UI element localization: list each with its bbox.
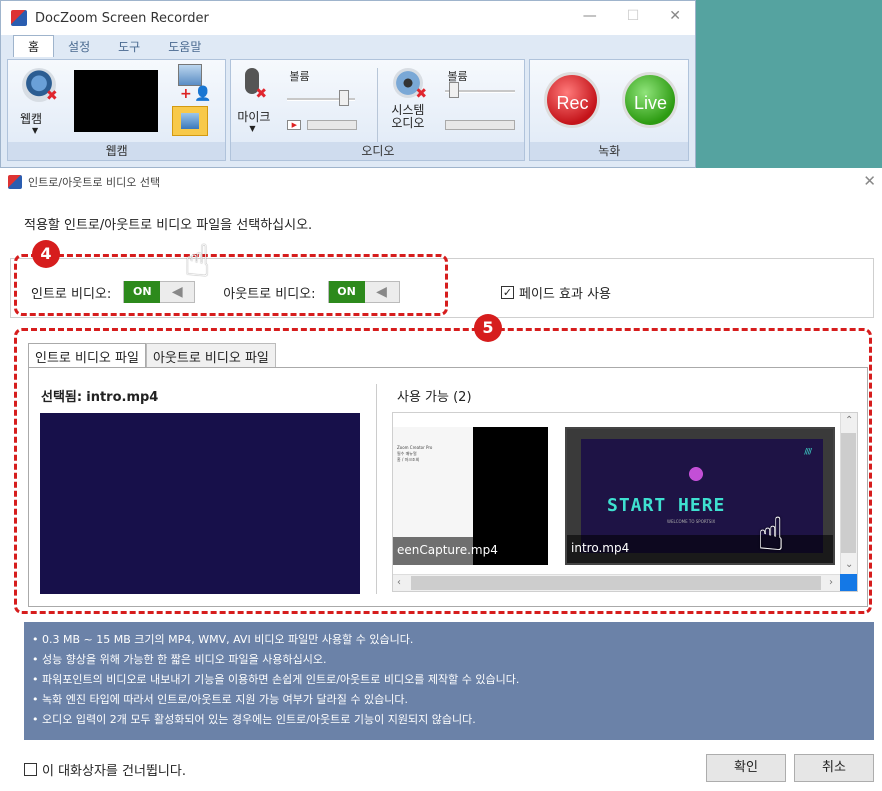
available-videos-list: Zoom Creator Pro 필수 매뉴얼 홈 / 마크조회 eenCapt… [392, 412, 858, 592]
pointer-hand-icon: ☝ [757, 507, 786, 561]
mic-level-meter [307, 120, 358, 130]
instruction-text: 적용할 인트로/아웃트로 비디오 파일을 선택하십시오. [24, 218, 313, 233]
webcam-button-label[interactable]: 웹캠 [20, 110, 42, 127]
app-logo-icon [8, 175, 22, 189]
rec-button[interactable]: Rec [544, 72, 601, 128]
system-volume-thumb[interactable] [449, 82, 460, 98]
note-line: • 성능 향상을 위해 가능한 한 짧은 비디오 파일을 사용하십시오. [32, 653, 327, 666]
mic-volume-thumb[interactable] [339, 90, 350, 106]
selected-video-preview [40, 413, 360, 594]
system-label-line2: 오디오 [391, 116, 425, 130]
divider [377, 68, 379, 142]
scrollbar-thumb[interactable] [841, 433, 856, 553]
recorder-window: DocZoom Screen Recorder — ☐ ✕ 홈 설정 도구 도움… [0, 0, 696, 168]
step-badge-5: 5 [474, 314, 502, 342]
chevron-down-icon[interactable]: ▼ [249, 124, 255, 133]
person-icon: 👤 [194, 86, 212, 102]
disabled-x-icon: ✖ [255, 86, 268, 102]
scrollbar-thumb[interactable] [411, 576, 821, 590]
file-tabs: 인트로 비디오 파일 아웃트로 비디오 파일 [28, 343, 276, 369]
record-group: Rec Live 녹화 [529, 59, 689, 161]
plus-icon: + [180, 86, 192, 102]
webcam-group-label: 웹캠 [8, 142, 226, 160]
fade-effect-checkbox[interactable]: ✓ 페이드 효과 사용 [501, 283, 611, 302]
mic-volume-label: 볼륨 [289, 70, 310, 83]
chevron-down-icon[interactable]: ▼ [32, 126, 38, 135]
tab-help[interactable]: 도움말 [154, 36, 215, 57]
audio-group-label: 오디오 [231, 142, 525, 160]
fade-effect-label: 페이드 효과 사용 [519, 287, 611, 302]
selected-file-label: 선택됨: intro.mp4 [41, 386, 158, 405]
webcam-group: ✖ 웹캠 ▼ + 👤 웹캠 [7, 59, 227, 161]
system-level-meter [445, 120, 516, 130]
scrollbar-corner [840, 574, 857, 591]
scroll-up-icon[interactable]: ⌃ [845, 415, 853, 426]
file-panel: 선택됨: intro.mp4 사용 가능 (2) Zoom Creator Pr… [28, 367, 868, 607]
disabled-x-icon: ✖ [415, 86, 428, 102]
add-image-icon[interactable] [178, 64, 202, 86]
scroll-down-icon[interactable]: ⌄ [845, 559, 853, 570]
play-icon[interactable]: ▶ [287, 120, 302, 130]
thumbnail-caption: eenCapture.mp4 [393, 537, 548, 565]
skip-dialog-checkbox[interactable]: 이 대화상자를 건너뜁니다. [24, 760, 186, 779]
thumbnail-subline: WELCOME TO SPORTSIX [667, 519, 716, 524]
dialog-close-button[interactable]: ✕ [863, 172, 876, 190]
tab-outro-file[interactable]: 아웃트로 비디오 파일 [145, 343, 276, 369]
dialog-titlebar: 인트로/아웃트로 비디오 선택 ✕ [0, 168, 882, 196]
system-audio-label[interactable]: 시스템 오디오 [391, 104, 424, 130]
note-line: • 0.3 MB ~ 15 MB 크기의 MP4, WMV, AVI 비디오 파… [32, 633, 414, 646]
robot-icon [683, 463, 709, 485]
live-button[interactable]: Live [622, 72, 679, 128]
scroll-right-icon[interactable]: › [829, 577, 833, 588]
desktop-background [696, 0, 882, 168]
vertical-scrollbar[interactable]: ⌃ ⌄ [840, 413, 857, 575]
pointer-hand-icon: ☝ [184, 236, 211, 287]
dialog-title: 인트로/아웃트로 비디오 선택 [28, 176, 161, 189]
webcam-preview [74, 70, 158, 132]
note-line: • 녹화 엔진 타입에 따라서 인트로/아웃트로 지원 가능 여부가 달라질 수… [32, 693, 408, 706]
minimize-button[interactable]: — [583, 8, 597, 24]
tab-home[interactable]: 홈 [13, 35, 55, 57]
close-button[interactable]: ✕ [669, 8, 681, 24]
checkbox-checked-icon[interactable]: ✓ [501, 286, 514, 299]
checkbox-unchecked-icon[interactable] [24, 763, 37, 776]
note-line: • 파워포인트의 비디오로 내보내기 기능을 이용하면 손쉽게 인트로/아웃트로… [32, 673, 520, 686]
highlight-box-step4 [14, 254, 448, 316]
horizontal-scrollbar[interactable]: ‹ › [393, 574, 842, 591]
recorder-title: DocZoom Screen Recorder [35, 10, 209, 26]
divider [376, 384, 377, 594]
doc-text-line: 홈 / 마크조회 [397, 457, 420, 462]
ribbon: ✖ 웹캠 ▼ + 👤 웹캠 ✖ 마이크 ▼ 볼륨 ▶ ✖ 시스템 오디오 볼륨 … [7, 59, 689, 161]
menu-tabs: 홈 설정 도구 도움말 [1, 35, 695, 57]
skip-dialog-label: 이 대화상자를 건너뜁니다. [42, 764, 186, 779]
info-notes: • 0.3 MB ~ 15 MB 크기의 MP4, WMV, AVI 비디오 파… [24, 622, 874, 740]
app-logo-icon [11, 10, 27, 26]
selected-filename: intro.mp4 [86, 390, 159, 405]
audio-group: ✖ 마이크 ▼ 볼륨 ▶ ✖ 시스템 오디오 볼륨 오디오 [230, 59, 526, 161]
thumbnail-headline: START HERE [607, 495, 726, 516]
note-line: • 오디오 입력이 2개 모두 활성화되어 있는 경우에는 인트로/아웃트로 기… [32, 713, 476, 726]
recorder-titlebar: DocZoom Screen Recorder — ☐ ✕ [1, 1, 695, 35]
step-badge-4: 4 [32, 240, 60, 268]
maximize-button[interactable]: ☐ [627, 8, 640, 24]
available-label: 사용 가능 (2) [397, 390, 472, 405]
tab-tools[interactable]: 도구 [104, 36, 154, 57]
cancel-button[interactable]: 취소 [794, 754, 874, 782]
selected-prefix: 선택됨: [41, 390, 83, 405]
tab-settings[interactable]: 설정 [54, 36, 104, 57]
scroll-left-icon[interactable]: ‹ [397, 577, 401, 588]
decorative-lines: //// [804, 447, 812, 456]
ok-button[interactable]: 확인 [706, 754, 786, 782]
tab-intro-file[interactable]: 인트로 비디오 파일 [28, 343, 146, 369]
disabled-x-icon: ✖ [46, 88, 58, 104]
video-thumbnail[interactable]: Zoom Creator Pro 필수 매뉴얼 홈 / 마크조회 eenCapt… [393, 427, 548, 565]
picture-icon[interactable] [172, 106, 208, 136]
mic-label[interactable]: 마이크 [237, 108, 270, 125]
thumbnail-caption: intro.mp4 [567, 535, 833, 563]
record-group-label: 녹화 [530, 142, 688, 160]
video-thumbnail[interactable]: //// START HERE WELCOME TO SPORTSIX intr… [565, 427, 835, 565]
thumbnail-doc-text: Zoom Creator Pro 필수 매뉴얼 홈 / 마크조회 [397, 445, 432, 463]
